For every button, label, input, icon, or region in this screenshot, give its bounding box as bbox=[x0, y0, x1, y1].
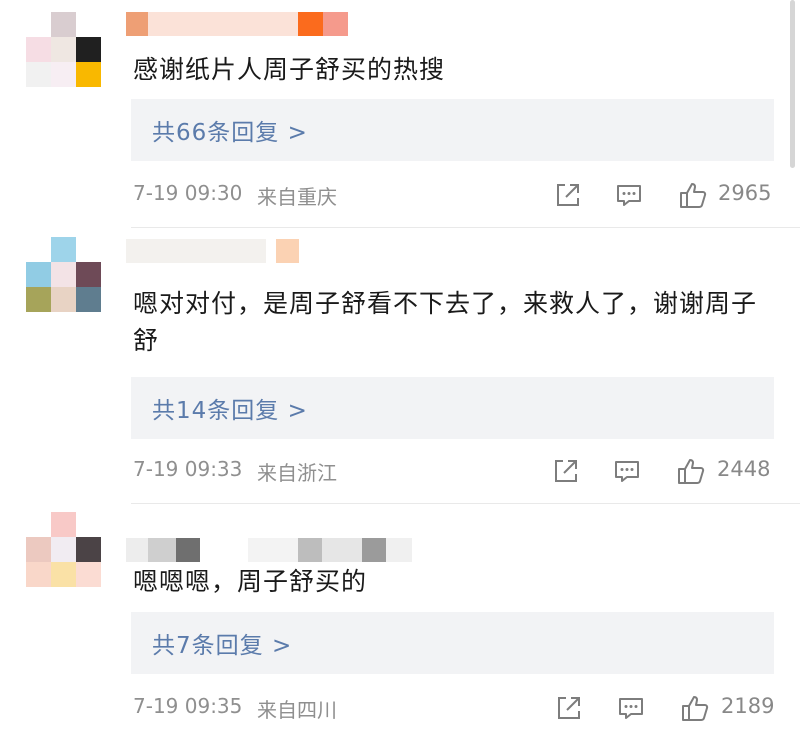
divider bbox=[131, 227, 800, 228]
comment-meta: 7-19 09:35 来自四川 2189 bbox=[133, 694, 779, 724]
like-icon[interactable] bbox=[678, 180, 708, 210]
avatar[interactable] bbox=[26, 512, 101, 587]
share-icon[interactable] bbox=[553, 180, 583, 210]
comment-location: 来自重庆 bbox=[257, 185, 337, 209]
comment-location: 来自浙江 bbox=[257, 461, 337, 485]
scrollbar[interactable] bbox=[790, 0, 795, 168]
comment-time: 7-19 09:30 bbox=[133, 181, 243, 205]
comment-icon[interactable] bbox=[614, 180, 644, 210]
share-icon[interactable] bbox=[554, 693, 584, 723]
comment-feed: { "colors": { "link": "#5b7bab", "meta":… bbox=[0, 0, 800, 736]
share-icon[interactable] bbox=[551, 456, 581, 486]
comment-text: 嗯对对付，是周子舒看不下去了，来救人了，谢谢周子舒 bbox=[133, 289, 758, 355]
like-icon[interactable] bbox=[680, 693, 710, 723]
divider bbox=[131, 503, 800, 504]
comment-time: 7-19 09:33 bbox=[133, 457, 243, 481]
avatar[interactable] bbox=[26, 12, 101, 87]
view-replies-button[interactable]: 共7条回复 > bbox=[131, 612, 774, 674]
comment-text: 感谢纸片人周子舒买的热搜 bbox=[133, 55, 446, 84]
comment-icon[interactable] bbox=[612, 456, 642, 486]
like-count: 2965 bbox=[718, 181, 772, 205]
like-icon[interactable] bbox=[676, 456, 706, 486]
comment-time: 7-19 09:35 bbox=[133, 694, 243, 718]
view-replies-button[interactable]: 共66条回复 > bbox=[131, 99, 774, 161]
view-replies-button[interactable]: 共14条回复 > bbox=[131, 377, 774, 439]
username[interactable] bbox=[126, 538, 412, 562]
comment-meta: 7-19 09:33 来自浙江 2448 bbox=[133, 457, 779, 487]
avatar[interactable] bbox=[26, 237, 101, 312]
username[interactable] bbox=[126, 239, 299, 263]
like-count: 2448 bbox=[717, 457, 771, 481]
like-count: 2189 bbox=[721, 694, 775, 718]
comment-text: 嗯嗯嗯，周子舒买的 bbox=[133, 567, 368, 596]
username[interactable] bbox=[126, 12, 348, 36]
comment-location: 来自四川 bbox=[257, 698, 337, 722]
comment-icon[interactable] bbox=[616, 693, 646, 723]
comment-meta: 7-19 09:30 来自重庆 2965 bbox=[133, 181, 779, 211]
